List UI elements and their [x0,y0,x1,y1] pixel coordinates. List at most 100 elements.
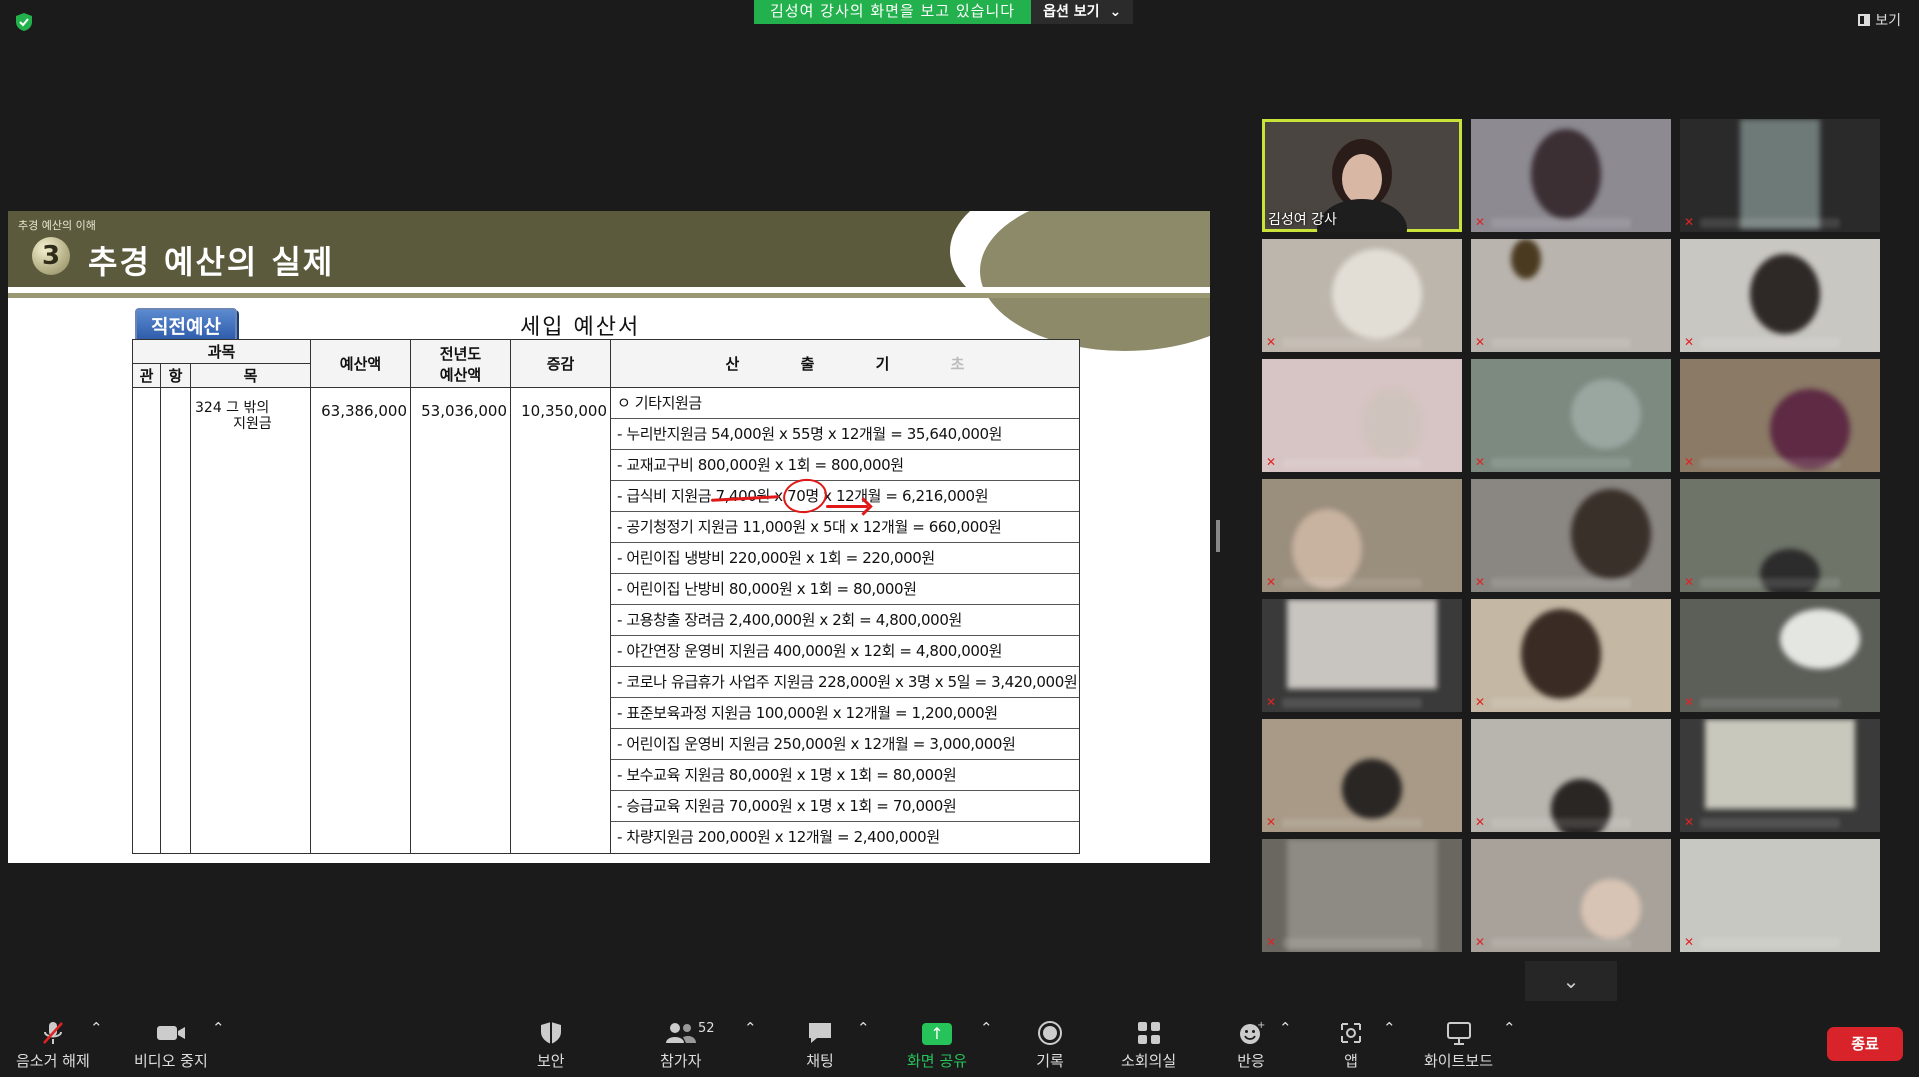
svg-text:+: + [1257,1020,1265,1031]
muted-mic-icon: ✕ [1684,935,1695,949]
view-options-button[interactable]: 옵션 보기 ⌄ [1031,0,1134,24]
video-tile[interactable]: ✕ [1680,119,1880,232]
video-tile[interactable]: ✕ [1471,719,1671,832]
chat-button[interactable]: 채팅 [806,1019,834,1071]
reactions-button[interactable]: + 반응 [1237,1019,1265,1071]
whiteboard-button[interactable]: 화이트보드 [1424,1019,1493,1071]
blurred-name [1700,698,1840,708]
record-button[interactable]: 기록 [1036,1019,1064,1071]
video-tile[interactable]: ✕ [1471,479,1671,592]
participant-blur [1362,389,1422,459]
video-tile[interactable]: ✕ [1471,239,1671,352]
video-tile[interactable]: ✕ [1680,719,1880,832]
panel-resize-handle[interactable] [1216,520,1220,552]
header-prev-budget-line1: 전년도 [439,344,482,363]
blurred-name [1491,938,1631,948]
meeting-toolbar: 음소거 해제 ⌃ 비디오 중지 ⌃ 보안 52 참가자 ⌃ 채팅 ⌃ ↑ 화면 … [0,1007,1919,1077]
security-shield-icon[interactable] [14,12,34,32]
participant-blur [1292,509,1362,589]
end-meeting-button[interactable]: 종료 [1827,1027,1903,1061]
audio-options-caret[interactable]: ⌃ [90,1019,103,1037]
calc-row: - 어린이집 난방비 80,000원 x 1회 = 80,000원 [611,574,1079,605]
video-tile[interactable]: ✕ [1680,599,1880,712]
header-calc-basis: 산 출 기 초 [610,339,1080,388]
header-gwamok: 과목 [132,339,311,364]
header-calc-4: 초 [950,355,965,373]
stop-video-label: 비디오 중지 [134,1052,208,1070]
security-button[interactable]: 보안 [537,1019,565,1071]
participant-blur [1740,119,1820,229]
muted-mic-icon: ✕ [1266,335,1277,349]
participant-blur [1705,719,1855,809]
participant-name: 김성여 강사 [1268,212,1337,228]
chevron-down-icon: ⌄ [1109,4,1122,20]
calc-row: - 표준보육과정 지원금 100,000원 x 12개월 = 1,200,000… [611,698,1079,729]
participant-blur [1571,379,1641,449]
video-tile[interactable]: ✕ [1471,839,1671,952]
video-tile[interactable]: ✕ [1680,239,1880,352]
smiley-face-icon: + [1237,1019,1265,1047]
blurred-name [1700,818,1840,828]
blurred-name [1700,578,1840,588]
participants-options-caret[interactable]: ⌃ [744,1019,757,1037]
header-budget: 예산액 [310,339,411,388]
hang-cell [160,387,191,854]
video-tile[interactable]: ✕ [1262,839,1462,952]
blurred-name [1491,218,1631,228]
participant-blur [1780,609,1860,669]
chat-options-caret[interactable]: ⌃ [857,1019,870,1037]
blurred-name [1700,458,1840,468]
share-options-caret[interactable]: ⌃ [980,1019,993,1037]
whiteboard-options-caret[interactable]: ⌃ [1503,1019,1516,1037]
mok-line2: 지원금 [233,416,272,432]
calc-row: - 야간연장 운영비 지원금 400,000원 x 12회 = 4,800,00… [611,636,1079,667]
blurred-name [1491,578,1631,588]
calc-row: - 교재교구비 800,000원 x 1회 = 800,000원 [611,450,1079,481]
muted-mic-icon: ✕ [1475,335,1486,349]
whiteboard-label: 화이트보드 [1424,1052,1494,1070]
stop-video-button[interactable]: 비디오 중지 [134,1019,208,1071]
share-screen-button[interactable]: ↑ 화면 공유 [907,1019,967,1071]
reactions-label: 반응 [1237,1052,1265,1070]
blurred-name [1700,938,1840,948]
apps-icon [1337,1019,1365,1047]
video-tile-active-speaker[interactable]: 김성여 강사 [1262,119,1462,232]
video-options-caret[interactable]: ⌃ [212,1019,225,1037]
apps-button[interactable]: 앱 [1337,1019,1365,1071]
sharing-status-text: 김성여 강사의 화면을 보고 있습니다 [754,0,1032,24]
screen-share-banner: 김성여 강사의 화면을 보고 있습니다 옵션 보기 ⌄ [754,0,1134,24]
video-tile[interactable]: ✕ [1262,239,1462,352]
gallery-next-page-button[interactable]: ⌄ [1525,961,1617,1001]
view-button[interactable]: 보기 [1858,10,1901,30]
header-divider-olive [8,293,1210,298]
blurred-name [1282,578,1422,588]
video-tile[interactable]: ✕ [1262,599,1462,712]
apps-options-caret[interactable]: ⌃ [1383,1019,1396,1037]
participants-button[interactable]: 52 참가자 [660,1019,715,1071]
participant-blur [1581,879,1641,939]
slide-header: 추경 예산의 이해 3 추경 예산의 실제 [8,211,1210,351]
video-tile[interactable]: ✕ [1680,839,1880,952]
video-tile[interactable]: ✕ [1471,359,1671,472]
blurred-name [1282,458,1422,468]
video-tile[interactable]: ✕ [1262,359,1462,472]
video-tile[interactable]: ✕ [1471,599,1671,712]
document-title: 세입 예산서 [520,315,641,340]
video-tile[interactable]: ✕ [1262,719,1462,832]
speaker-face [1342,154,1382,204]
participant-blur [1531,129,1601,219]
share-screen-icon: ↑ [907,1019,967,1047]
video-tile[interactable]: ✕ [1680,479,1880,592]
video-tile[interactable]: ✕ [1471,119,1671,232]
header-calc-1: 산 [725,355,740,373]
video-tile[interactable]: ✕ [1680,359,1880,472]
unmute-button[interactable]: 음소거 해제 [16,1019,90,1071]
decorative-swoosh-olive [980,211,1210,351]
calc-row: - 코로나 유급휴가 사업주 지원금 228,000원 x 3명 x 5일 = … [611,667,1079,698]
blurred-name [1282,818,1422,828]
reactions-options-caret[interactable]: ⌃ [1279,1019,1292,1037]
apps-label: 앱 [1344,1052,1358,1070]
muted-mic-icon: ✕ [1684,575,1695,589]
breakout-rooms-button[interactable]: 소회의실 [1121,1019,1176,1071]
video-tile[interactable]: ✕ [1262,479,1462,592]
